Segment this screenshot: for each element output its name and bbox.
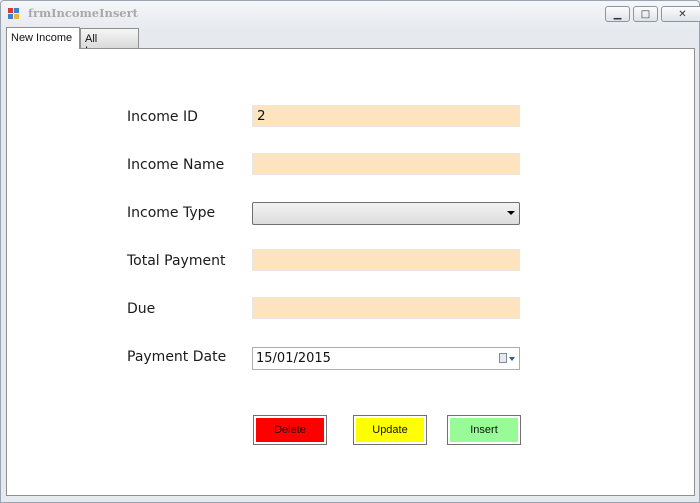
- maximize-icon: □: [640, 8, 651, 20]
- update-button-label: Update: [372, 424, 408, 436]
- due-label: Due: [127, 301, 156, 317]
- maximize-button[interactable]: □: [633, 6, 658, 22]
- chevron-down-icon[interactable]: [509, 357, 515, 361]
- tab-label: New Income: [11, 32, 73, 44]
- payment-date-picker[interactable]: 15/01/2015: [252, 347, 520, 370]
- dropdown-arrow-icon: [507, 211, 515, 215]
- payment-date-label: Payment Date: [127, 349, 227, 365]
- tab-all-income[interactable]: All Income: [80, 28, 139, 57]
- app-icon: [8, 8, 21, 21]
- app-window: frmIncomeInsert ▁ □ ✕ New Income All Inc…: [0, 0, 700, 503]
- insert-button[interactable]: Insert: [447, 415, 521, 445]
- insert-button-face: Insert: [450, 418, 518, 442]
- income-name-field[interactable]: [252, 153, 520, 175]
- delete-button[interactable]: Delete: [253, 415, 327, 445]
- calendar-icon[interactable]: [499, 353, 507, 363]
- update-button[interactable]: Update: [353, 415, 427, 445]
- income-id-label: Income ID: [127, 109, 198, 125]
- minimize-button[interactable]: ▁: [605, 6, 630, 22]
- payment-date-value: 15/01/2015: [256, 351, 331, 366]
- tab-panel-new-income: Income ID 2 Income Name Income Type Tota…: [6, 48, 695, 496]
- due-field[interactable]: [252, 297, 520, 319]
- minimize-icon: ▁: [613, 8, 622, 20]
- close-button[interactable]: ✕: [661, 6, 700, 22]
- title-bar[interactable]: frmIncomeInsert ▁ □ ✕: [1, 1, 700, 28]
- window-title: frmIncomeInsert: [28, 6, 138, 20]
- income-id-field[interactable]: 2: [252, 105, 520, 127]
- update-button-face: Update: [356, 418, 424, 442]
- insert-button-label: Insert: [470, 424, 498, 436]
- delete-button-label: Delete: [274, 424, 306, 436]
- close-icon: ✕: [678, 8, 687, 20]
- tab-new-income[interactable]: New Income: [6, 27, 80, 49]
- income-type-select[interactable]: [252, 202, 520, 225]
- income-type-label: Income Type: [127, 205, 216, 221]
- total-payment-field[interactable]: [252, 249, 520, 271]
- delete-button-face: Delete: [256, 418, 324, 442]
- income-name-label: Income Name: [127, 157, 225, 173]
- total-payment-label: Total Payment: [127, 253, 226, 269]
